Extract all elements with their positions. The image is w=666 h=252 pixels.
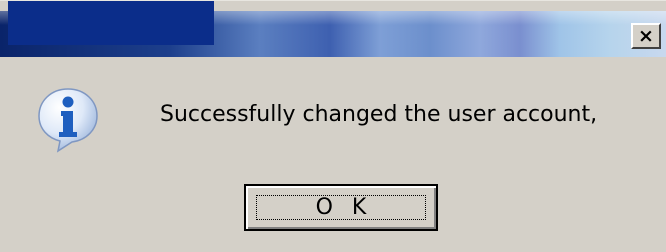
focus-rectangle: O K: [256, 195, 426, 220]
title-area: [8, 1, 214, 45]
close-button[interactable]: ×: [631, 23, 661, 49]
message-text: Successfully changed the user account,: [160, 102, 598, 127]
ok-button[interactable]: O K: [244, 184, 438, 231]
information-icon: [36, 87, 100, 153]
message-dialog: × Successfully changed the user account,…: [0, 0, 666, 252]
close-icon: ×: [638, 25, 654, 47]
ok-button-label: O K: [315, 195, 373, 220]
